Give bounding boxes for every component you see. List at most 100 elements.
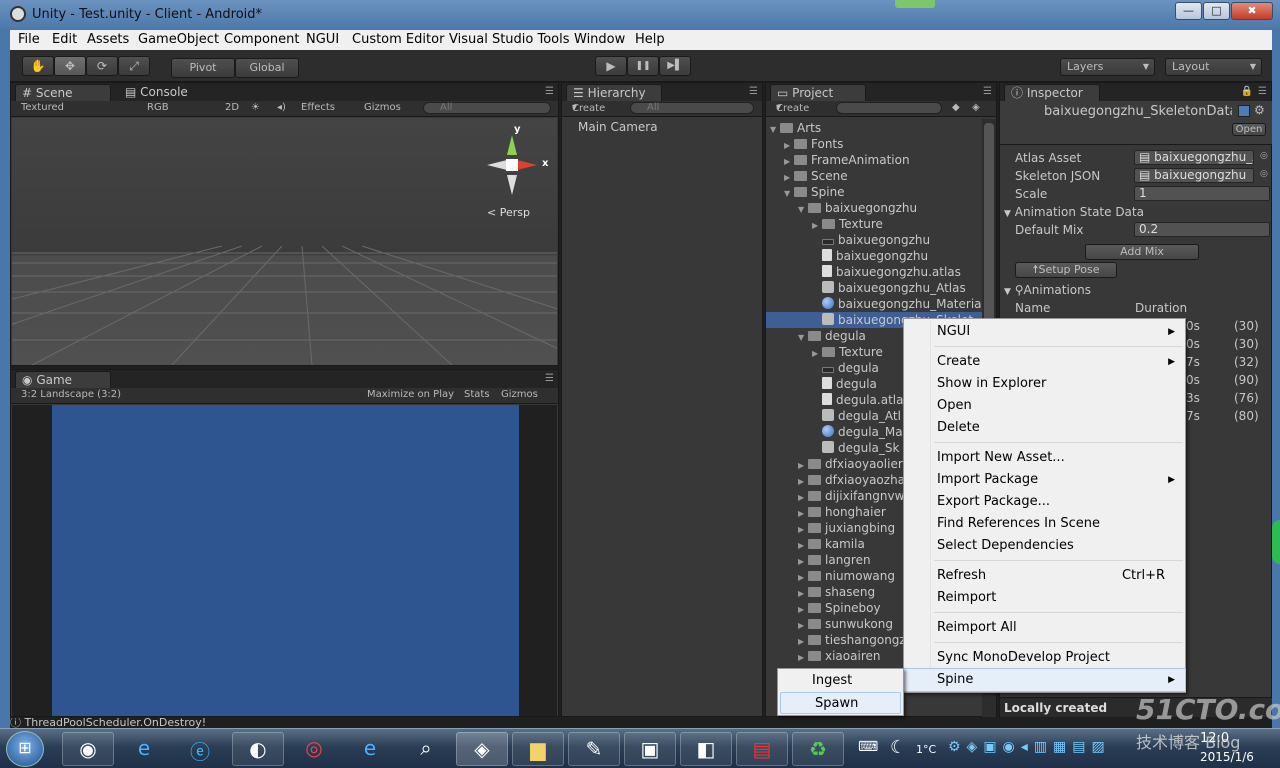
- menu-ngui[interactable]: NGUI: [306, 32, 339, 47]
- menu-assets[interactable]: Assets: [87, 32, 129, 47]
- project-tree-item[interactable]: baixuegongzhu.atlas: [766, 264, 982, 280]
- menu-custom-editor[interactable]: Custom Editor: [352, 32, 444, 47]
- play-button[interactable]: ▶: [595, 56, 627, 76]
- menu-item-open[interactable]: Open: [904, 395, 1185, 417]
- panel-menu-icon[interactable]: ☰: [1258, 86, 1267, 97]
- tab-inspector[interactable]: ⓘ Inspector: [1004, 84, 1100, 101]
- menu-window[interactable]: Window: [574, 32, 625, 47]
- panel-menu-icon[interactable]: ☰: [983, 86, 992, 97]
- step-button[interactable]: ▶▌: [659, 56, 691, 76]
- default-mix-field[interactable]: 0.2: [1134, 222, 1270, 237]
- start-button[interactable]: ⊞: [6, 731, 44, 767]
- menu-item-delete[interactable]: Delete: [904, 417, 1185, 439]
- rotate-tool-button[interactable]: ⟳: [86, 56, 118, 76]
- menu-item-import-package[interactable]: Import Package ▶: [904, 469, 1185, 491]
- menu-item-export-package[interactable]: Export Package...: [904, 491, 1185, 513]
- layers-dropdown[interactable]: Layers ▼: [1060, 58, 1155, 76]
- minimize-button[interactable]: —: [1175, 2, 1202, 20]
- pause-button[interactable]: ❚❚: [627, 56, 659, 76]
- stats-toggle[interactable]: Stats: [464, 389, 490, 400]
- taskbar-app-7[interactable]: ⌕: [400, 732, 452, 766]
- taskbar-app-11[interactable]: ◧: [680, 732, 732, 766]
- scale-field[interactable]: 1: [1134, 186, 1270, 201]
- taskbar-app-4[interactable]: ◐: [232, 732, 284, 766]
- tab-hierarchy[interactable]: ☰ Hierarchy: [566, 84, 662, 101]
- menu-item-ngui[interactable]: NGUI ▶: [904, 321, 1185, 343]
- menu-item-sync-monodevelop-project[interactable]: Sync MonoDevelop Project: [904, 647, 1185, 669]
- maximize-button[interactable]: □: [1203, 2, 1230, 20]
- gizmos-dropdown[interactable]: Gizmos: [364, 102, 401, 113]
- move-tool-button[interactable]: ✥: [54, 56, 86, 76]
- taskbar-app-3[interactable]: ⓔ: [174, 732, 226, 766]
- menu-item-import-new-asset[interactable]: Import New Asset...: [904, 447, 1185, 469]
- hand-tool-button[interactable]: ✋: [22, 56, 54, 76]
- tab-game[interactable]: ◉ Game: [15, 371, 111, 388]
- maximize-on-play-toggle[interactable]: Maximize on Play: [367, 389, 454, 400]
- menu-visual-studio-tools[interactable]: Visual Studio Tools: [449, 32, 570, 47]
- taskbar-app-12[interactable]: ▤: [736, 732, 788, 766]
- foldout-arrow-icon[interactable]: ▶: [798, 650, 808, 666]
- project-tree-item[interactable]: baixuegongzhu_Material: [766, 296, 982, 312]
- aspect-dropdown[interactable]: 3:2 Landscape (3:2): [21, 389, 121, 400]
- project-tree-item[interactable]: baixuegongzhu: [766, 232, 982, 248]
- close-button[interactable]: ✖: [1231, 2, 1273, 20]
- atlas-asset-field[interactable]: ▤ baixuegongzhu_A: [1134, 150, 1254, 165]
- menu-item-create[interactable]: Create ▶: [904, 351, 1185, 373]
- taskbar-app-9[interactable]: ✎: [568, 732, 620, 766]
- panel-menu-icon[interactable]: ☰: [749, 86, 758, 97]
- skeleton-json-field[interactable]: ▤ baixuegongzhu: [1134, 168, 1254, 183]
- gear-icon[interactable]: ⚙: [1254, 103, 1265, 117]
- menu-item-reimport[interactable]: Reimport: [904, 587, 1185, 609]
- taskbar-app-8[interactable]: ▆: [512, 732, 564, 766]
- 2d-toggle[interactable]: 2D: [225, 102, 239, 113]
- scale-tool-button[interactable]: ⤢: [118, 56, 150, 76]
- axis-gizmo-icon[interactable]: [477, 123, 547, 203]
- menu-item-refresh[interactable]: Refresh Ctrl+R: [904, 565, 1185, 587]
- taskbar-app-13[interactable]: ♻: [792, 732, 844, 766]
- project-tree-item[interactable]: ▶ Scene: [766, 168, 982, 184]
- taskbar-app-6[interactable]: e: [344, 732, 396, 766]
- menu-component[interactable]: Component: [224, 32, 299, 47]
- help-icon[interactable]: [1238, 105, 1250, 117]
- tab-project[interactable]: ▭ Project: [770, 84, 866, 101]
- scene-viewport[interactable]: y x < Persp: [12, 118, 557, 365]
- tab-scene[interactable]: # Scene: [15, 84, 111, 101]
- animation-state-foldout[interactable]: ▼ Animation State Data: [1004, 205, 1144, 219]
- game-viewport[interactable]: [52, 405, 519, 716]
- menu-help[interactable]: Help: [635, 32, 665, 47]
- hierarchy-item[interactable]: Main Camera: [578, 119, 658, 135]
- game-gizmos-dropdown[interactable]: Gizmos: [501, 389, 538, 400]
- project-tree-item[interactable]: ▼ baixuegongzhu: [766, 200, 982, 216]
- taskbar-app-5[interactable]: ◎: [288, 732, 340, 766]
- menu-file[interactable]: File: [18, 32, 40, 47]
- setup-pose-button[interactable]: ☨Setup Pose: [1015, 262, 1117, 278]
- hierarchy-create-dropdown[interactable]: Create ▾: [572, 102, 605, 114]
- project-tree-item[interactable]: baixuegongzhu: [766, 248, 982, 264]
- project-tree-item[interactable]: ▼ Spine: [766, 184, 982, 200]
- hierarchy-search-input[interactable]: All: [630, 102, 754, 114]
- menu-item-reimport-all[interactable]: Reimport All: [904, 617, 1185, 639]
- audio-icon[interactable]: ◂): [277, 102, 286, 113]
- filter-type-icon[interactable]: ◆: [952, 102, 960, 113]
- taskbar-app-unity[interactable]: ◈: [456, 732, 508, 766]
- layout-dropdown[interactable]: Layout ▼: [1165, 58, 1262, 76]
- project-create-dropdown[interactable]: Create ▾: [776, 102, 809, 114]
- floating-badge[interactable]: [1272, 520, 1280, 564]
- scene-search-input[interactable]: All: [423, 102, 551, 114]
- menu-item-spawn[interactable]: Spawn: [780, 692, 901, 714]
- object-picker-icon[interactable]: ◎: [1260, 169, 1268, 179]
- pivot-toggle[interactable]: Pivot: [171, 58, 235, 78]
- panel-menu-icon[interactable]: ☰: [545, 86, 554, 97]
- lighting-icon[interactable]: ☀: [251, 102, 260, 113]
- persp-label[interactable]: < Persp: [487, 206, 530, 219]
- menu-item-find-references-in-scene[interactable]: Find References In Scene: [904, 513, 1185, 535]
- add-mix-button[interactable]: Add Mix: [1085, 244, 1199, 260]
- menu-item-spine[interactable]: Spine ▶: [903, 668, 1186, 692]
- project-tree-item[interactable]: ▶ Texture: [766, 216, 982, 232]
- taskbar-app-2[interactable]: e: [118, 732, 170, 766]
- menu-item-show-in-explorer[interactable]: Show in Explorer: [904, 373, 1185, 395]
- filter-label-icon[interactable]: ◈: [972, 102, 980, 113]
- menu-item-ingest[interactable]: Ingest: [778, 670, 903, 692]
- lock-icon[interactable]: 🔒: [1241, 86, 1253, 97]
- taskbar-app-10[interactable]: ▣: [624, 732, 676, 766]
